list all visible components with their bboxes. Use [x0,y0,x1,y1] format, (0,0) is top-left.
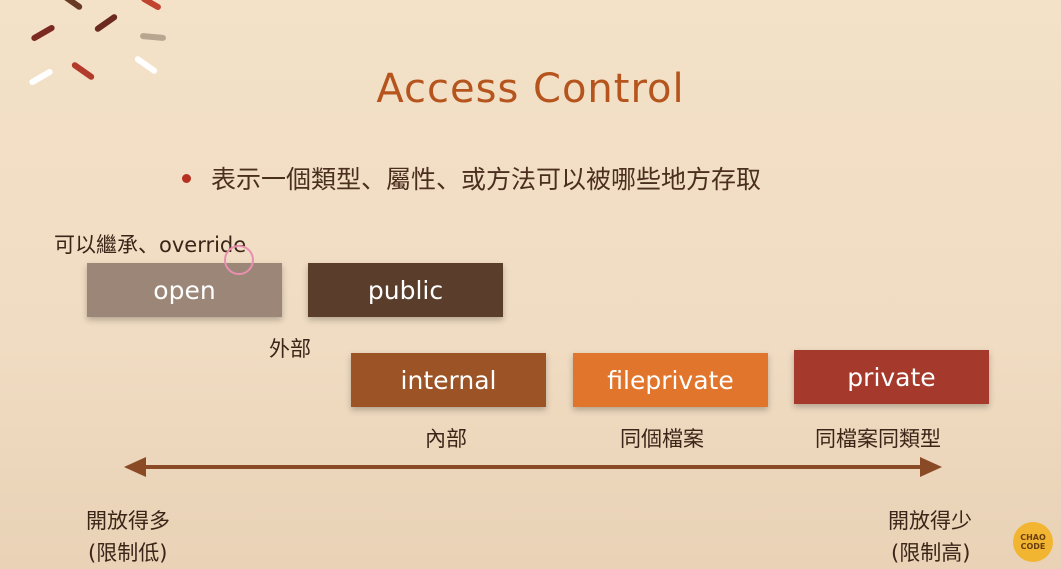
double-arrow-icon [124,457,942,477]
open-box: open [87,263,282,317]
public-box: public [308,263,503,317]
cursor-highlight-icon [224,245,254,275]
same-file-label: 同個檔案 [620,427,704,451]
inside-label: 內部 [425,427,467,451]
channel-logo: CHAO CODE [1013,522,1053,562]
bullet-dot-icon [182,173,191,183]
slide: Access Control 表示一個類型、屬性、或方法可以被哪些地方存取 可以… [0,0,1061,569]
high-restriction-label: (限制高) [891,541,971,565]
slide-title: Access Control [376,66,685,112]
open-description: 可以繼承、override [54,233,247,257]
bullet-point: 表示一個類型、屬性、或方法可以被哪些地方存取 [182,160,761,196]
more-open-label: 開放得多 [86,509,170,533]
internal-box: internal [351,353,546,407]
bullet-text: 表示一個類型、屬性、或方法可以被哪些地方存取 [211,165,762,194]
less-open-label: 開放得少 [888,509,972,533]
same-file-type-label: 同檔案同類型 [815,427,941,451]
private-box: private [794,350,989,404]
low-restriction-label: (限制低) [88,541,168,565]
fileprivate-box: fileprivate [573,353,768,407]
outside-label: 外部 [269,337,311,361]
